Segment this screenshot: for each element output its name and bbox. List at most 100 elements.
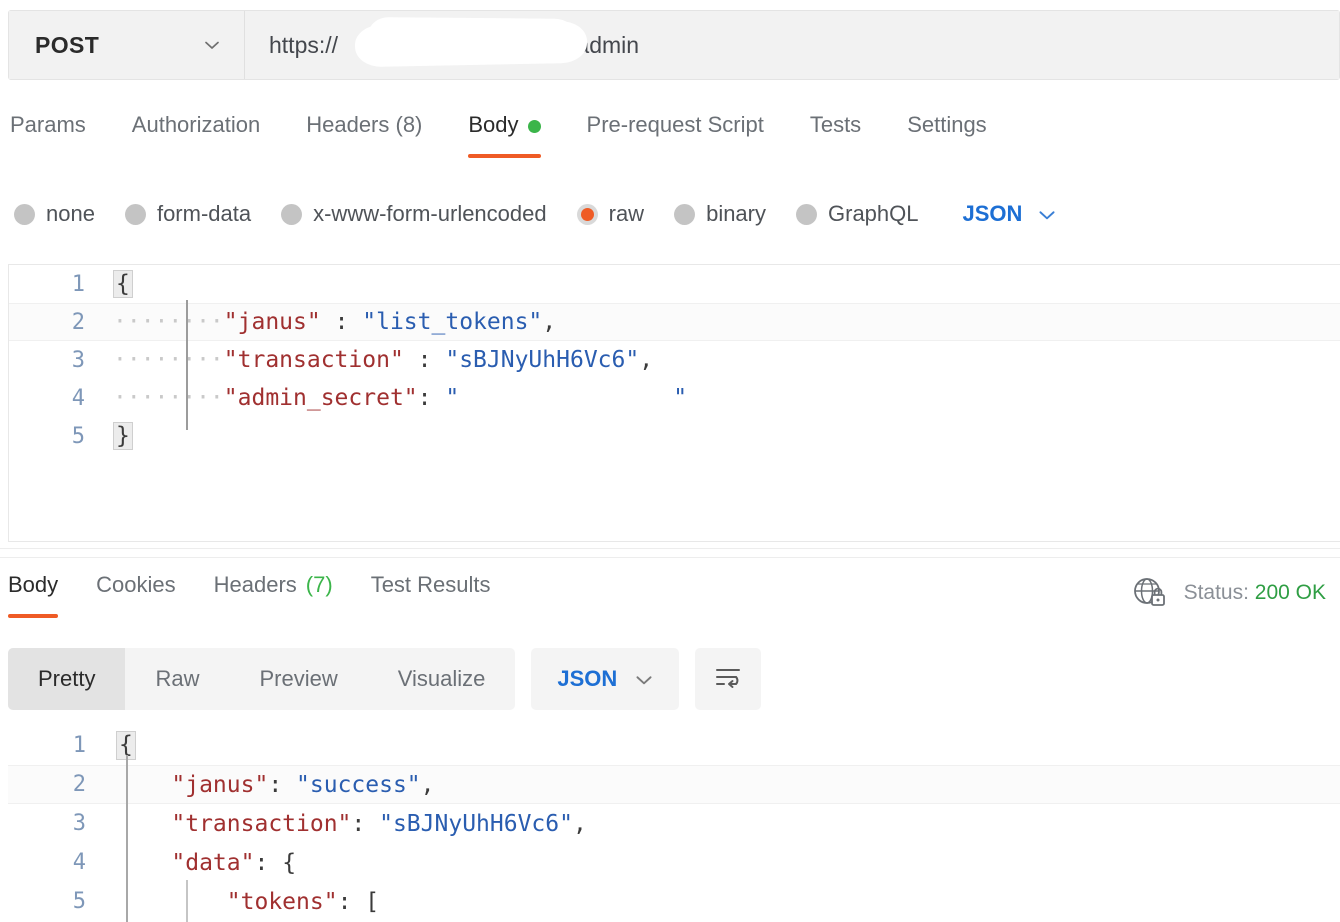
- response-view-segmented-control: Pretty Raw Preview Visualize: [8, 648, 516, 710]
- status-code: 200 OK: [1254, 581, 1326, 604]
- word-wrap-button[interactable]: [695, 648, 762, 710]
- json-value-close-quote: ": [673, 385, 688, 411]
- response-format-selector[interactable]: JSON: [531, 648, 680, 710]
- line-number: 1: [71, 271, 85, 297]
- response-view-toolbar: Pretty Raw Preview Visualize JSON: [8, 648, 1338, 710]
- radio-label: x-www-form-urlencoded: [313, 201, 547, 226]
- radio-circle-icon: [796, 203, 817, 225]
- tab-label: Cookies: [96, 572, 176, 597]
- tab-settings[interactable]: Settings: [907, 108, 987, 158]
- radio-circle-icon: [14, 203, 35, 225]
- radio-none[interactable]: none: [14, 201, 95, 227]
- http-method-selector[interactable]: POST: [9, 11, 245, 79]
- radio-circle-icon: [281, 203, 303, 225]
- editor-line: 2 ········ "janus" : "list_tokens",: [9, 303, 1340, 341]
- radio-binary[interactable]: binary: [674, 201, 766, 227]
- format-label: JSON: [557, 666, 618, 691]
- view-preview[interactable]: Preview: [229, 648, 367, 710]
- json-array-open: [: [365, 888, 380, 915]
- tab-authorization[interactable]: Authorization: [132, 108, 260, 158]
- json-object-open: {: [282, 849, 297, 876]
- url-bar: POST https:///admin: [8, 10, 1340, 80]
- radio-circle-icon: [124, 203, 146, 225]
- json-value: "sBJNyUhH6Vc6": [445, 347, 640, 373]
- view-label: Visualize: [397, 666, 486, 691]
- line-number: 3: [72, 811, 86, 836]
- view-visualize[interactable]: Visualize: [368, 648, 516, 710]
- json-colon: :: [417, 385, 446, 411]
- response-line: 2 "janus": "success",: [8, 765, 1340, 804]
- editor-line: 5 }: [9, 417, 1340, 455]
- tab-pre-request-script[interactable]: Pre-request Script: [587, 108, 764, 158]
- line-number: 3: [71, 347, 85, 373]
- json-key: "transaction": [171, 810, 352, 837]
- tab-body[interactable]: Body: [468, 108, 541, 158]
- radio-graphql[interactable]: GraphQL: [796, 201, 919, 227]
- tab-tests[interactable]: Tests: [810, 108, 861, 158]
- json-colon: :: [254, 849, 283, 876]
- response-tab-headers[interactable]: Headers (7): [214, 568, 333, 618]
- radio-label: GraphQL: [828, 201, 919, 226]
- tab-label: Test Results: [370, 572, 491, 597]
- radio-label: binary: [706, 201, 766, 226]
- indent-dots: ········: [113, 347, 224, 373]
- tab-params[interactable]: Params: [10, 108, 86, 158]
- radio-circle-icon: [674, 203, 696, 225]
- open-brace: {: [113, 269, 133, 299]
- request-body-editor[interactable]: 1 { 2 ········ "janus" : "list_tokens", 3…: [8, 264, 1340, 542]
- url-input[interactable]: https:///admin: [245, 11, 1339, 79]
- editor-line: 1 {: [9, 265, 1340, 303]
- view-label: Pretty: [38, 666, 96, 691]
- line-number: 4: [72, 850, 86, 875]
- format-label: JSON: [962, 201, 1023, 226]
- radio-raw[interactable]: raw: [576, 201, 645, 227]
- radio-form-data[interactable]: form-data: [124, 201, 251, 227]
- response-line: 3 "transaction": "sBJNyUhH6Vc6",: [8, 804, 1340, 843]
- response-line: 5 "tokens": [: [8, 882, 1340, 921]
- response-tab-test-results[interactable]: Test Results: [371, 568, 491, 618]
- tab-label: Tests: [809, 112, 862, 137]
- editor-line: 3 ········ "transaction" : "sBJNyUhH6Vc6"…: [9, 341, 1340, 379]
- chevron-down-icon: [202, 35, 222, 55]
- json-colon: :: [337, 888, 366, 915]
- response-tab-body[interactable]: Body: [8, 568, 59, 618]
- indent-guide: [186, 300, 188, 430]
- radio-label: raw: [608, 201, 645, 226]
- radio-x-www-form-urlencoded[interactable]: x-www-form-urlencoded: [281, 201, 547, 227]
- editor-line: 4 ········ "admin_secret": " ": [9, 379, 1340, 417]
- tab-headers[interactable]: Headers (8): [306, 108, 422, 158]
- response-tab-cookies[interactable]: Cookies: [96, 568, 175, 618]
- response-line: 1 {: [8, 726, 1340, 765]
- json-value-open-quote: ": [445, 385, 460, 411]
- response-indent-guide: [126, 755, 128, 922]
- view-label: Raw: [155, 666, 200, 691]
- request-body-format-selector[interactable]: JSON: [963, 201, 1057, 227]
- response-status: Status: 200 OK: [1132, 576, 1326, 610]
- redacted-secret-value: [459, 388, 674, 408]
- response-body-viewer[interactable]: 1 { 2 "janus": "success", 3 "transaction…: [8, 726, 1340, 922]
- tab-label: Authorization: [131, 112, 261, 137]
- view-pretty[interactable]: Pretty: [8, 648, 126, 710]
- json-value: "success": [296, 771, 421, 798]
- word-wrap-icon: [712, 663, 744, 696]
- line-number: 5: [72, 889, 86, 914]
- active-underline: [8, 614, 59, 618]
- line-number: 1: [72, 733, 86, 758]
- view-raw[interactable]: Raw: [125, 648, 229, 710]
- tab-label: Headers: [213, 572, 297, 597]
- json-comma: ,: [542, 309, 557, 335]
- tab-label: Params: [10, 112, 86, 137]
- tab-label: Settings: [907, 112, 987, 137]
- json-colon: :: [320, 309, 363, 335]
- json-key: "admin_secret": [223, 385, 418, 411]
- url-prefix-text: https://: [269, 31, 339, 58]
- view-label: Preview: [259, 666, 338, 691]
- pane-splitter[interactable]: [0, 548, 1340, 558]
- json-value: "sBJNyUhH6Vc6": [379, 810, 573, 837]
- tab-label: Body: [468, 112, 519, 137]
- line-number: 2: [72, 772, 86, 797]
- radio-label: none: [46, 201, 95, 226]
- json-colon: :: [403, 347, 446, 373]
